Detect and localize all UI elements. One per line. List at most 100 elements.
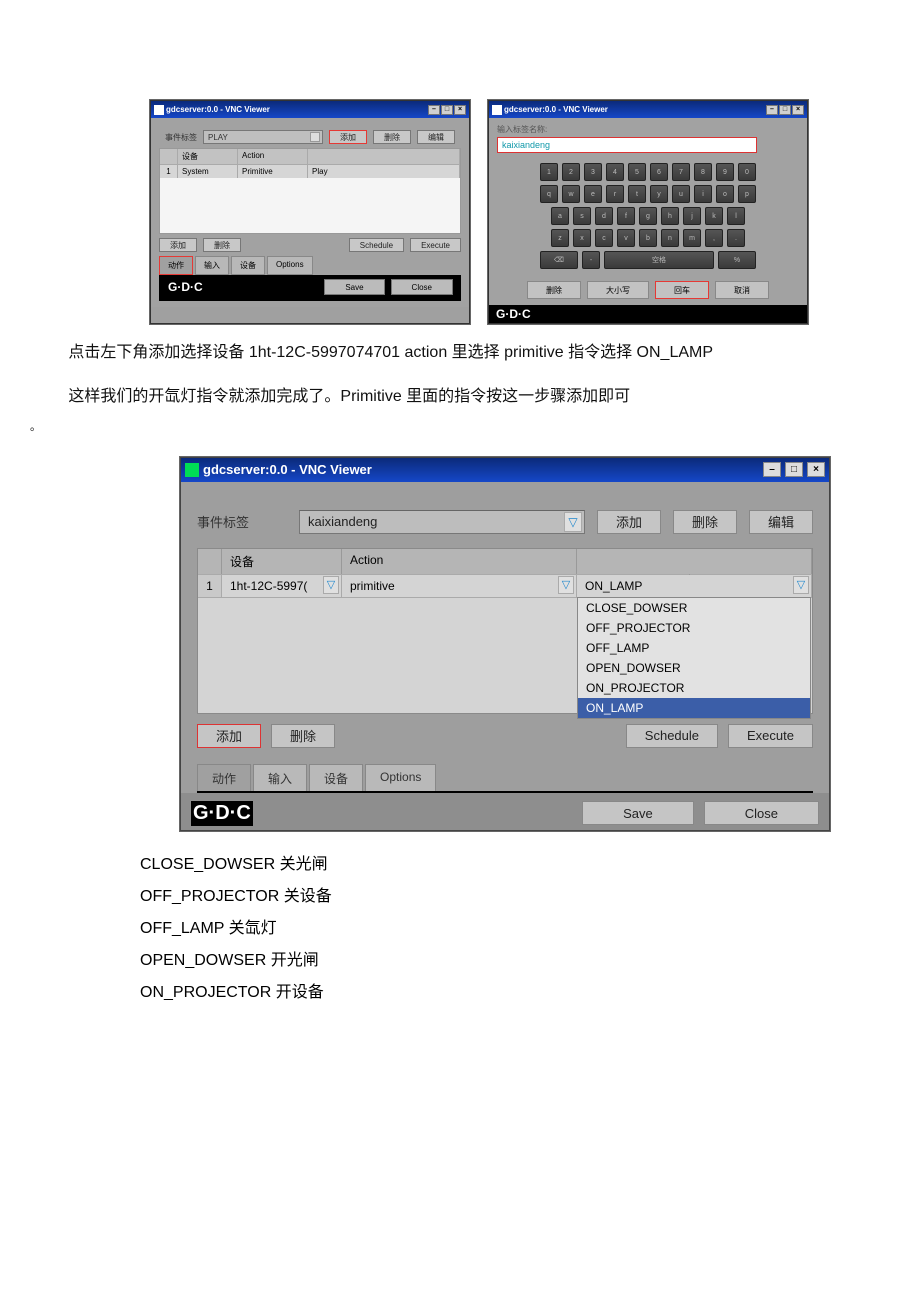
close-icon[interactable]: × (807, 462, 825, 477)
table-row[interactable]: 1 System Primitive Play (160, 164, 460, 178)
schedule-button[interactable]: Schedule (626, 724, 718, 748)
close-icon[interactable]: × (454, 105, 466, 115)
tag-name-input[interactable] (497, 137, 757, 153)
schedule-button[interactable]: Schedule (349, 238, 404, 252)
delete-button[interactable]: 删除 (373, 130, 411, 144)
add-row-button[interactable]: 添加 (159, 238, 197, 252)
dropdown-option[interactable]: OFF_LAMP (578, 638, 810, 658)
save-button[interactable]: Save (582, 801, 694, 825)
add-button[interactable]: 添加 (329, 130, 367, 144)
kb-case-button[interactable]: 大小写 (587, 281, 649, 299)
key-x[interactable]: x (573, 229, 591, 247)
key-w[interactable]: w (562, 185, 580, 203)
save-button[interactable]: Save (324, 279, 384, 295)
tab-input[interactable]: 输入 (253, 764, 307, 791)
tab-options[interactable]: Options (267, 256, 313, 275)
chevron-down-icon[interactable]: ▽ (323, 576, 339, 594)
dropdown-option[interactable]: OFF_PROJECTOR (578, 618, 810, 638)
dash-key[interactable]: - (582, 251, 600, 269)
key-i[interactable]: i (694, 185, 712, 203)
key-5[interactable]: 5 (628, 163, 646, 181)
execute-button[interactable]: Execute (728, 724, 813, 748)
edit-button[interactable]: 编辑 (417, 130, 455, 144)
tab-input[interactable]: 输入 (195, 256, 229, 275)
close-icon[interactable]: × (792, 105, 804, 115)
key-f[interactable]: f (617, 207, 635, 225)
add-row-button[interactable]: 添加 (197, 724, 261, 748)
key-3[interactable]: 3 (584, 163, 602, 181)
delete-row-button[interactable]: 删除 (203, 238, 241, 252)
kb-delete-button[interactable]: 删除 (527, 281, 581, 299)
minimize-icon[interactable]: – (766, 105, 778, 115)
kb-cancel-button[interactable]: 取消 (715, 281, 769, 299)
key-r[interactable]: r (606, 185, 624, 203)
key-1[interactable]: 1 (540, 163, 558, 181)
minimize-icon[interactable]: – (763, 462, 781, 477)
key-7[interactable]: 7 (672, 163, 690, 181)
minimize-icon[interactable]: – (428, 105, 440, 115)
event-select[interactable]: kaixiandeng ▽ (299, 510, 585, 534)
key-s[interactable]: s (573, 207, 591, 225)
device-select[interactable]: 1ht-12C-5997( ▽ (222, 575, 342, 597)
key-9[interactable]: 9 (716, 163, 734, 181)
tab-device[interactable]: 设备 (231, 256, 265, 275)
key-b[interactable]: b (639, 229, 657, 247)
key-y[interactable]: y (650, 185, 668, 203)
maximize-icon[interactable]: □ (779, 105, 791, 115)
key-k[interactable]: k (705, 207, 723, 225)
key-l[interactable]: l (727, 207, 745, 225)
tab-action[interactable]: 动作 (197, 764, 251, 791)
maximize-icon[interactable]: □ (441, 105, 453, 115)
key-0[interactable]: 0 (738, 163, 756, 181)
kb-enter-button[interactable]: 回车 (655, 281, 709, 299)
key-d[interactable]: d (595, 207, 613, 225)
key-q[interactable]: q (540, 185, 558, 203)
key-o[interactable]: o (716, 185, 734, 203)
key-6[interactable]: 6 (650, 163, 668, 181)
key-n[interactable]: n (661, 229, 679, 247)
key-z[interactable]: z (551, 229, 569, 247)
tab-options[interactable]: Options (365, 764, 436, 791)
key-t[interactable]: t (628, 185, 646, 203)
chevron-down-icon[interactable]: ▽ (558, 576, 574, 594)
dropdown-option[interactable]: CLOSE_DOWSER (578, 598, 810, 618)
action-select[interactable]: primitive ▽ (342, 575, 577, 597)
event-select[interactable]: PLAY (203, 130, 323, 144)
paragraph-1: 点击左下角添加选择设备 1ht-12C-5997074701 action 里选… (30, 338, 890, 368)
key-e[interactable]: e (584, 185, 602, 203)
key-h[interactable]: h (661, 207, 679, 225)
key-,[interactable]: , (705, 229, 723, 247)
key-g[interactable]: g (639, 207, 657, 225)
maximize-icon[interactable]: □ (785, 462, 803, 477)
dropdown-option[interactable]: ON_PROJECTOR (578, 678, 810, 698)
key-2[interactable]: 2 (562, 163, 580, 181)
key-a[interactable]: a (551, 207, 569, 225)
key-j[interactable]: j (683, 207, 701, 225)
delete-row-button[interactable]: 删除 (271, 724, 335, 748)
percent-key[interactable]: % (718, 251, 756, 269)
add-button[interactable]: 添加 (597, 510, 661, 534)
dropdown-option[interactable]: OPEN_DOWSER (578, 658, 810, 678)
key-p[interactable]: p (738, 185, 756, 203)
key-u[interactable]: u (672, 185, 690, 203)
chevron-down-icon[interactable]: ▽ (564, 512, 582, 532)
key-c[interactable]: c (595, 229, 613, 247)
close-button[interactable]: Close (391, 279, 453, 295)
tab-device[interactable]: 设备 (309, 764, 363, 791)
tab-action[interactable]: 动作 (159, 256, 193, 275)
key-v[interactable]: v (617, 229, 635, 247)
execute-button[interactable]: Execute (410, 238, 461, 252)
edit-button[interactable]: 编辑 (749, 510, 813, 534)
dropdown-option[interactable]: ON_LAMP (578, 698, 810, 718)
key-4[interactable]: 4 (606, 163, 624, 181)
chevron-down-icon[interactable] (310, 132, 320, 142)
key-m[interactable]: m (683, 229, 701, 247)
chevron-down-icon[interactable]: ▽ (793, 576, 809, 594)
delete-button[interactable]: 删除 (673, 510, 737, 534)
space-key[interactable]: 空格 (604, 251, 714, 269)
command-select[interactable]: ON_LAMP ▽ CLOSE_DOWSEROFF_PROJECTOROFF_L… (577, 575, 812, 597)
close-button[interactable]: Close (704, 801, 819, 825)
backspace-key[interactable]: ⌫ (540, 251, 578, 269)
key-8[interactable]: 8 (694, 163, 712, 181)
key-.[interactable]: . (727, 229, 745, 247)
